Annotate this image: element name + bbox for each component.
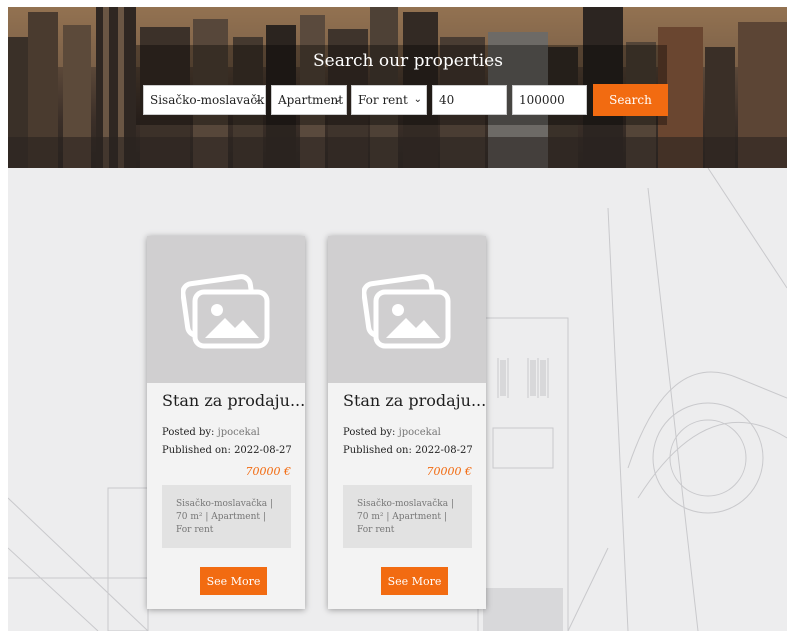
hero-title: Search our properties — [313, 51, 503, 71]
posted-by: Posted by: jpocekal — [343, 427, 441, 438]
max-input[interactable]: 100000 — [512, 85, 587, 115]
max-input-value: 100000 — [519, 93, 565, 107]
published-on-value: 2022-08-27 — [234, 445, 292, 456]
see-more-button[interactable]: See More — [200, 567, 267, 595]
location-select[interactable]: Sisačko-moslavačka ⌄ — [143, 85, 266, 115]
posted-by-label: Posted by: — [343, 427, 396, 438]
published-on-label: Published on: — [162, 445, 231, 456]
published-on-value: 2022-08-27 — [415, 445, 473, 456]
property-type-select[interactable]: Apartment ⌄ — [271, 85, 347, 115]
published-on-label: Published on: — [343, 445, 412, 456]
min-input-value: 40 — [439, 93, 455, 107]
chevron-down-icon: ⌄ — [413, 94, 422, 105]
min-input[interactable]: 40 — [432, 85, 507, 115]
hero-banner: Search our properties Sisačko-moslavačka… — [8, 7, 787, 168]
posted-by-value: jpocekal — [217, 427, 260, 438]
listing-image — [328, 236, 486, 383]
listing-card: Stan za prodaju... Posted by: jpocekal P… — [328, 236, 486, 609]
listing-details: Sisačko-moslavačka | 70 m² | Apartment |… — [162, 485, 291, 548]
image-placeholder-icon — [362, 274, 451, 349]
published-on: Published on: 2022-08-27 — [162, 445, 292, 456]
chevron-down-icon: ⌄ — [333, 94, 342, 105]
listing-price: 70000 € — [426, 465, 473, 478]
published-on: Published on: 2022-08-27 — [343, 445, 473, 456]
see-more-button[interactable]: See More — [381, 567, 448, 595]
posted-by-label: Posted by: — [162, 427, 215, 438]
chevron-down-icon: ⌄ — [252, 94, 261, 105]
search-button[interactable]: Search — [593, 84, 668, 116]
listing-image — [147, 236, 305, 383]
listing-price: 70000 € — [245, 465, 292, 478]
posted-by: Posted by: jpocekal — [162, 427, 260, 438]
listing-card: Stan za prodaju... Posted by: jpocekal P… — [147, 236, 305, 609]
posted-by-value: jpocekal — [398, 427, 441, 438]
image-placeholder-icon — [181, 274, 270, 349]
listings-section: Stan za prodaju... Posted by: jpocekal P… — [8, 168, 787, 631]
status-select[interactable]: For rent ⌄ — [351, 85, 427, 115]
listing-details: Sisačko-moslavačka | 70 m² | Apartment |… — [343, 485, 472, 548]
location-select-value: Sisačko-moslavačka — [150, 93, 266, 107]
status-select-value: For rent — [358, 93, 408, 107]
listing-title[interactable]: Stan za prodaju... — [343, 391, 486, 410]
listing-title[interactable]: Stan za prodaju... — [162, 391, 305, 410]
page: Search our properties Sisačko-moslavačka… — [8, 7, 787, 631]
